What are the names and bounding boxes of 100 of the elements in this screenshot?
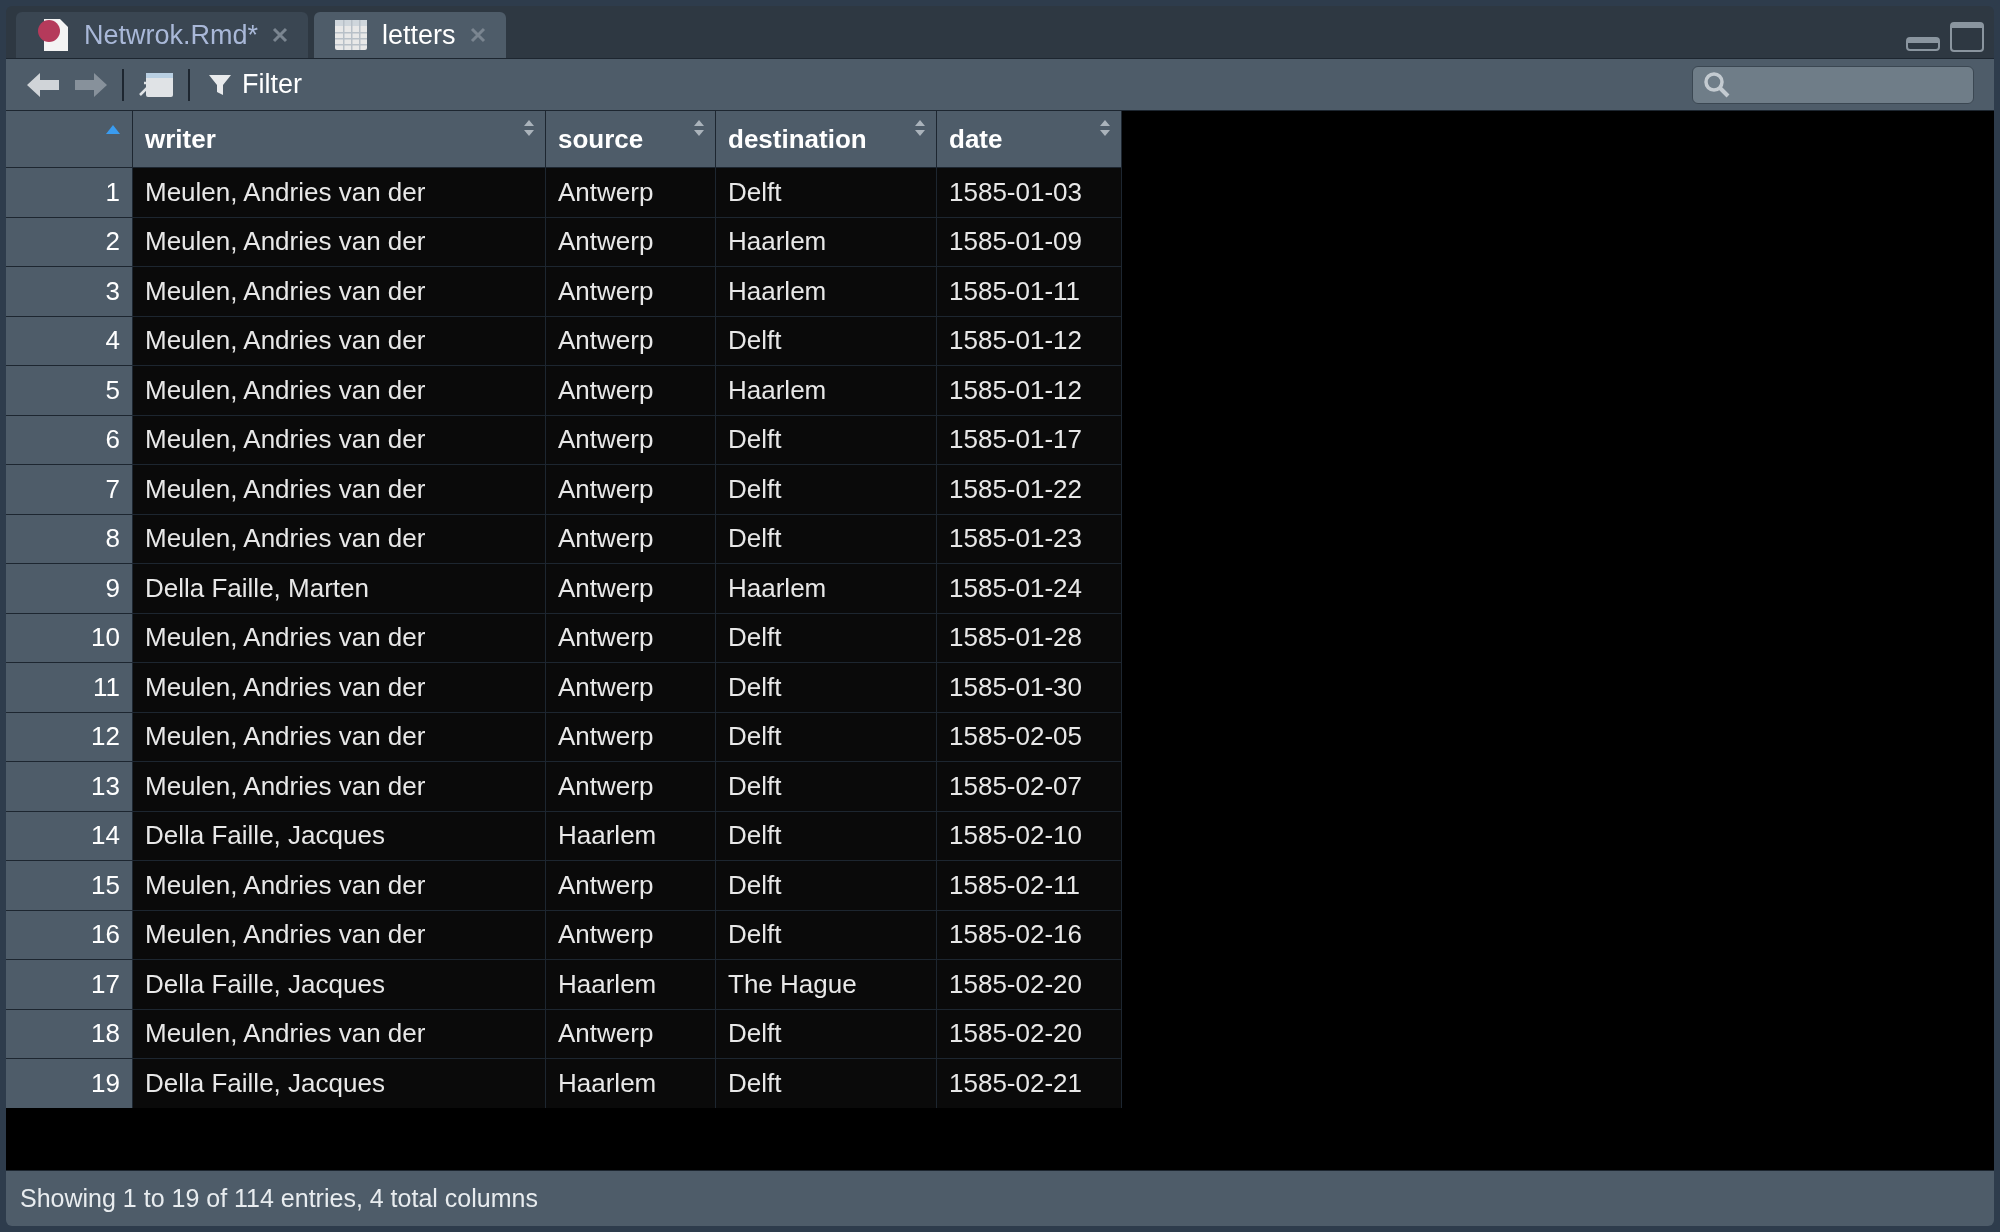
sort-icon [523,119,535,137]
table-cell: Meulen, Andries van der [133,465,546,514]
minimize-icon[interactable] [1906,36,1940,52]
table-cell: Antwerp [546,663,716,712]
column-header[interactable]: destination [716,111,937,167]
table-cell: Haarlem [716,267,937,316]
row-number: 13 [6,762,133,811]
search-field[interactable] [1692,65,1974,104]
table-cell: Della Faille, Jacques [133,811,546,860]
row-number: 15 [6,861,133,910]
sort-icon [914,119,926,137]
table-cell: Antwerp [546,168,716,217]
table-cell: 1585-02-20 [937,1009,1122,1058]
table-cell: 1585-01-30 [937,663,1122,712]
table-cell: Haarlem [546,811,716,860]
table-cell: Meulen, Andries van der [133,168,546,217]
column-header[interactable]: source [546,111,716,167]
table-cell: Haarlem [716,217,937,266]
table-cell: Haarlem [716,366,937,415]
document-icon [36,17,70,53]
table-cell: Meulen, Andries van der [133,663,546,712]
table-cell: Antwerp [546,861,716,910]
table-cell: Delft [716,168,937,217]
table-cell: Delft [716,861,937,910]
table-cell: 1585-02-10 [937,811,1122,860]
table-cell: Meulen, Andries van der [133,613,546,662]
column-header[interactable]: date [937,111,1122,167]
row-number: 18 [6,1009,133,1058]
column-title: destination [728,122,867,156]
table-cell: Antwerp [546,712,716,761]
search-icon [1703,70,1731,99]
table-cell: Della Faille, Jacques [133,1059,546,1108]
row-number: 2 [6,217,133,266]
table-cell: 1585-02-21 [937,1059,1122,1108]
row-number: 17 [6,960,133,1009]
sort-ascending-icon [106,125,120,134]
table-cell: 1585-01-23 [937,514,1122,563]
tab-label: Netwrok.Rmd* [84,18,259,52]
grid-icon [334,19,369,51]
sort-icon [1099,119,1111,137]
maximize-icon[interactable] [1950,22,1984,52]
table-cell: 1585-01-03 [937,168,1122,217]
close-icon[interactable] [272,27,289,43]
table-cell: Delft [716,1059,937,1108]
sort-icon [693,119,705,137]
table-cell: 1585-02-11 [937,861,1122,910]
table-cell: Meulen, Andries van der [133,712,546,761]
row-number: 7 [6,465,133,514]
row-number: 9 [6,564,133,613]
status-text: Showing 1 to 19 of 114 entries, 4 total columns [20,1182,538,1214]
table-cell: Antwerp [546,217,716,266]
table-cell: Delft [716,762,937,811]
table-cell: Delft [716,1009,937,1058]
table-cell: 1585-02-16 [937,910,1122,959]
column-header[interactable]: writer [133,111,546,167]
table-cell: Meulen, Andries van der [133,514,546,563]
forward-arrow-icon[interactable] [74,71,108,98]
table-cell: Delft [716,465,937,514]
filter-icon [208,72,232,97]
column-title: source [558,122,644,156]
table-cell: Haarlem [546,1059,716,1108]
column-title: date [949,122,1003,156]
table-cell: Antwerp [546,366,716,415]
table-cell: Delft [716,514,937,563]
table-cell: Antwerp [546,267,716,316]
table-cell: Meulen, Andries van der [133,415,546,464]
row-number: 3 [6,267,133,316]
table-cell: 1585-01-28 [937,613,1122,662]
row-number: 10 [6,613,133,662]
row-number: 11 [6,663,133,712]
table-cell: Meulen, Andries van der [133,861,546,910]
table-cell: Delft [716,712,937,761]
table-cell: 1585-01-24 [937,564,1122,613]
table-cell: Haarlem [546,960,716,1009]
row-number: 4 [6,316,133,365]
table-cell: Haarlem [716,564,937,613]
tab-label: letters [382,18,456,52]
tab[interactable]: letters [314,12,506,58]
table-cell: 1585-02-20 [937,960,1122,1009]
table-cell: Antwerp [546,514,716,563]
popout-window-icon[interactable] [138,70,174,99]
table-cell: Della Faille, Marten [133,564,546,613]
filter-button[interactable]: Filter [204,64,306,105]
table-cell: Antwerp [546,1009,716,1058]
table-cell: Delft [716,613,937,662]
row-number: 5 [6,366,133,415]
table-cell: Antwerp [546,762,716,811]
table-cell: Delft [716,811,937,860]
table-cell: Antwerp [546,415,716,464]
table-cell: Antwerp [546,316,716,365]
table-cell: 1585-01-17 [937,415,1122,464]
table-cell: Antwerp [546,910,716,959]
table-cell: 1585-02-05 [937,712,1122,761]
tab[interactable]: Netwrok.Rmd* [16,12,309,58]
table-cell: 1585-02-07 [937,762,1122,811]
table-cell: Delft [716,415,937,464]
back-arrow-icon[interactable] [26,71,60,98]
table-cell: Della Faille, Jacques [133,960,546,1009]
close-icon[interactable] [469,27,486,43]
table-cell: 1585-01-12 [937,316,1122,365]
